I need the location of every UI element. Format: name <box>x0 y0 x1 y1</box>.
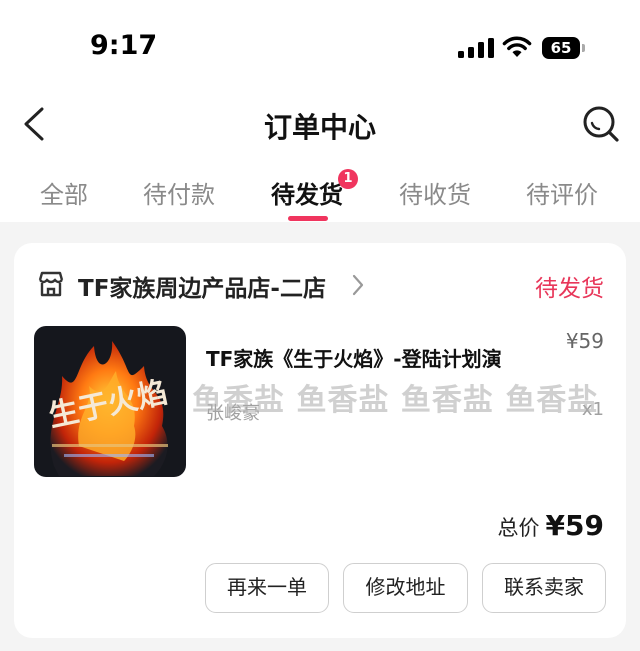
battery-icon: 65 <box>542 37 586 59</box>
order-total: 总价 ¥59 <box>498 509 604 542</box>
store-name[interactable]: TF家族周边产品店-二店 <box>78 269 326 303</box>
total-label: 总价 <box>497 516 540 540</box>
product-thumbnail[interactable]: 生于火焰 <box>34 326 186 477</box>
product-title[interactable]: TF家族《生于火焰》-登陆计划演 <box>206 343 502 372</box>
order-status: 待发货 <box>535 276 604 302</box>
tab-pending-payment[interactable]: 待付款 <box>143 175 215 210</box>
tab-all[interactable]: 全部 <box>40 175 88 210</box>
contact-seller-button[interactable]: 联系卖家 <box>482 563 606 613</box>
chevron-right-icon[interactable] <box>351 273 365 297</box>
header-area: 9:17 65 订单中心 全部 待付款 待发货 1 待收货 待评价 <box>0 0 640 222</box>
tab-badge: 1 <box>338 169 358 189</box>
tab-pending-receipt[interactable]: 待收货 <box>399 175 471 210</box>
store-icon <box>38 271 64 297</box>
signal-icon <box>458 38 494 58</box>
search-icon[interactable] <box>582 104 620 144</box>
active-tab-indicator <box>288 216 328 221</box>
product-price: ¥59 <box>565 329 604 353</box>
total-value: ¥59 <box>545 509 604 542</box>
order-card: TF家族周边产品店-二店 待发货 生于火焰 TF家族《生于火焰》-登陆计划演 ¥… <box>14 243 626 638</box>
watermark-text: 鱼香盐 鱼香盐 鱼香盐 鱼香盐 <box>192 383 599 418</box>
battery-level: 65 <box>550 39 572 57</box>
tab-pending-review[interactable]: 待评价 <box>526 175 598 210</box>
wifi-icon <box>502 36 532 57</box>
tab-pending-shipment[interactable]: 待发货 <box>271 175 343 210</box>
page-title: 订单中心 <box>263 111 376 144</box>
status-time: 9:17 <box>90 30 158 61</box>
change-address-button[interactable]: 修改地址 <box>343 563 468 613</box>
buy-again-button[interactable]: 再来一单 <box>205 563 329 613</box>
